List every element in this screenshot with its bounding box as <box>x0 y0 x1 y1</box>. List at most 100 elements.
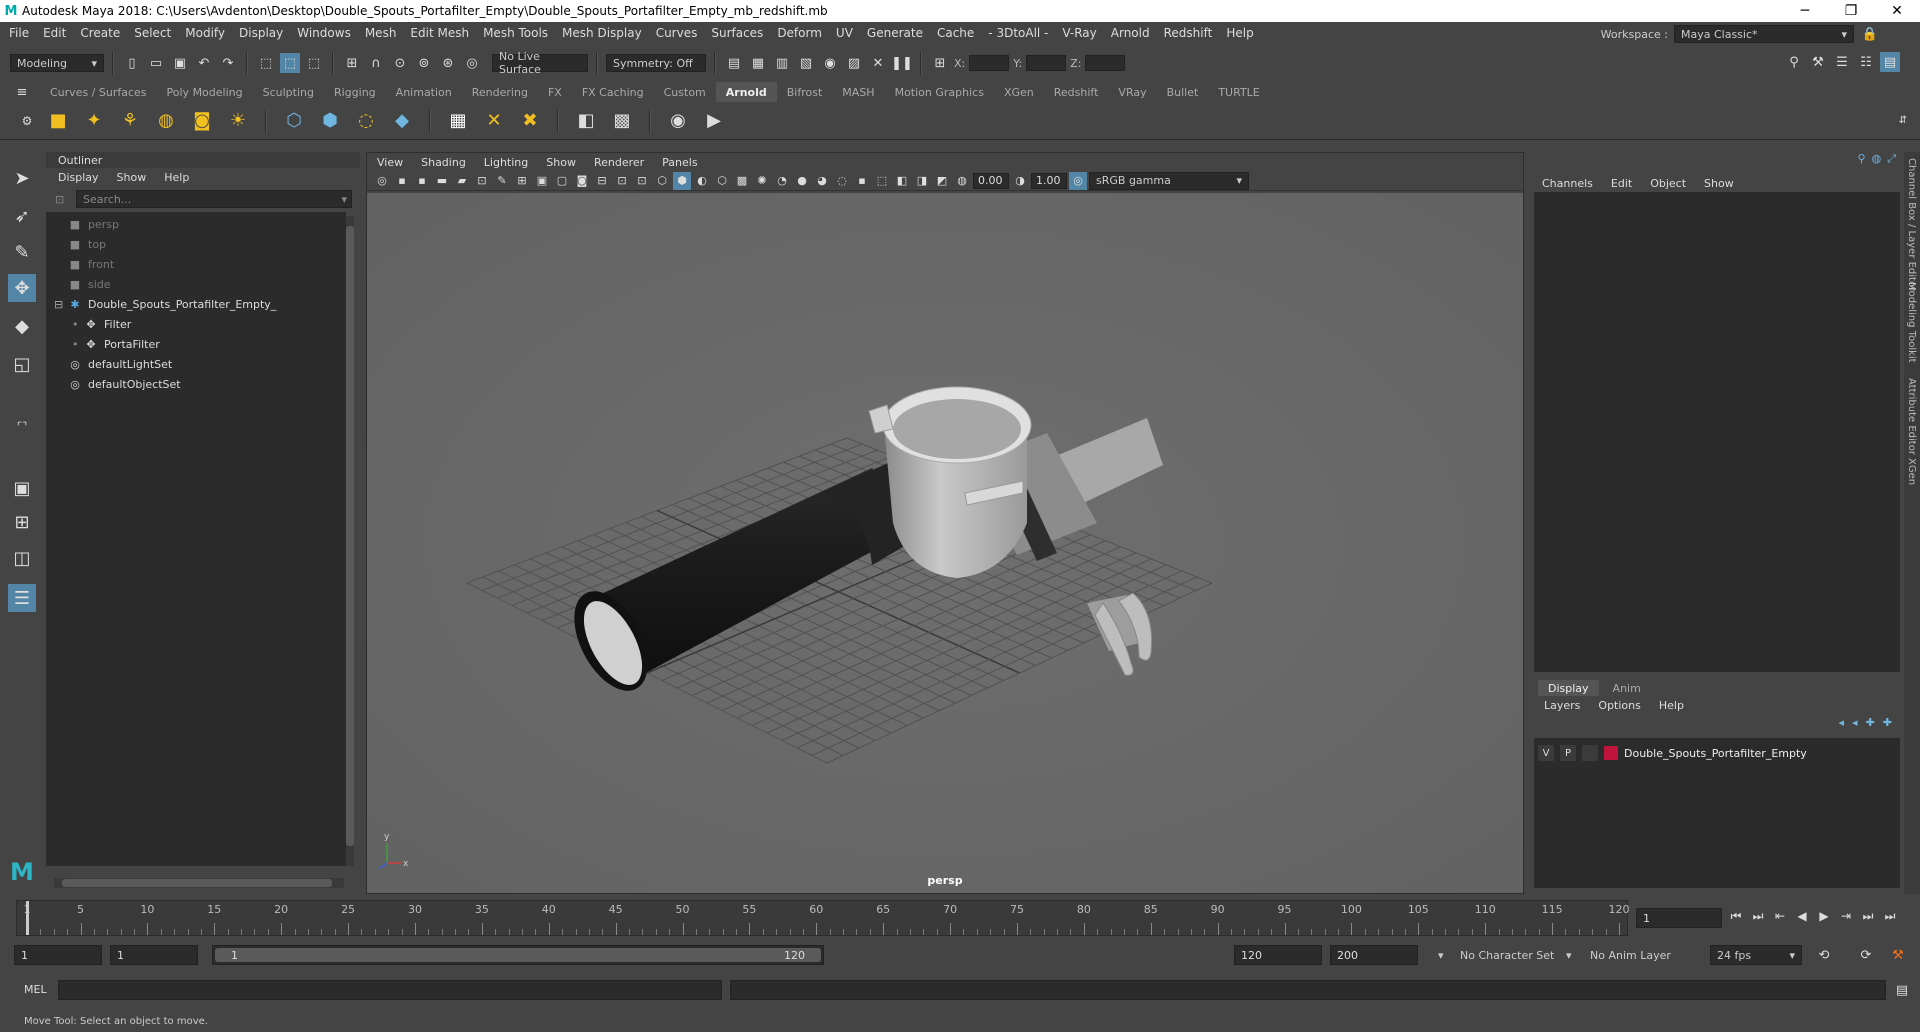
color-management-icon[interactable]: ◎ <box>1069 171 1087 190</box>
outliner-item[interactable]: ■ top <box>68 234 106 254</box>
viewport-menu-view[interactable]: View <box>377 156 403 169</box>
layer-menu-help[interactable]: Help <box>1659 699 1684 712</box>
smooth-shade-icon[interactable]: ⬢ <box>673 171 691 190</box>
symmetry-dropdown[interactable]: Symmetry: Off <box>606 54 706 72</box>
step-back-key-icon[interactable]: ⏭ <box>1750 908 1766 924</box>
render-view-icon[interactable]: ▤ <box>724 53 744 73</box>
shelf-tab-motion-graphics[interactable]: Motion Graphics <box>885 82 994 102</box>
create-volume-icon[interactable]: ⬡ <box>281 108 307 134</box>
shelf-menu-icon[interactable]: ≡ <box>12 82 32 102</box>
shelf-tab-sculpting[interactable]: Sculpting <box>253 82 324 102</box>
tool-settings-icon[interactable]: ☷ <box>1856 52 1876 72</box>
2d-pan-icon[interactable]: ⊡ <box>473 172 491 190</box>
outliner-item[interactable]: ■ side <box>68 274 111 294</box>
viewport-menu-renderer[interactable]: Renderer <box>594 156 644 169</box>
material-icon[interactable]: ◧ <box>573 108 599 134</box>
redo-icon[interactable]: ↷ <box>218 53 238 73</box>
outliner-item[interactable]: ◎ defaultLightSet <box>68 354 172 374</box>
render-current-icon[interactable]: ▦ <box>748 53 768 73</box>
outliner-layout-icon[interactable]: ☰ <box>8 584 36 612</box>
scroll-thumb[interactable] <box>346 226 354 846</box>
shelf-tab-fx[interactable]: FX <box>538 82 572 102</box>
move-tool-icon[interactable]: ✥ <box>8 274 36 302</box>
menu-cache[interactable]: Cache <box>930 26 981 40</box>
undo-icon[interactable]: ↶ <box>194 53 214 73</box>
collapse-icon[interactable]: ⊟ <box>54 298 63 311</box>
outliner-menu-help[interactable]: Help <box>164 171 189 184</box>
pause-icon[interactable]: ❚❚ <box>891 53 913 73</box>
filter-icon[interactable]: ⊡ <box>55 193 64 206</box>
shelf-scroll-icon[interactable]: ⇵ <box>1890 108 1916 134</box>
command-language-label[interactable]: MEL <box>24 983 47 996</box>
outliner-search-input[interactable]: Search... ▾ ⊡ <box>55 190 352 208</box>
make-live-icon[interactable]: ◎ <box>462 53 482 73</box>
channelbox-menu-edit[interactable]: Edit <box>1611 177 1632 190</box>
colorspace-dropdown[interactable]: sRGB gamma ▾ <box>1089 171 1249 190</box>
menu-mesh-display[interactable]: Mesh Display <box>555 26 649 40</box>
xray-joints-icon[interactable]: ◧ <box>893 172 911 190</box>
side-tab-xgen[interactable]: XGen <box>1906 458 1917 485</box>
x-field[interactable] <box>969 55 1010 71</box>
side-tab-modeling-toolkit[interactable]: Modeling Toolkit <box>1906 282 1917 363</box>
save-scene-icon[interactable]: ▣ <box>170 53 190 73</box>
menu-generate[interactable]: Generate <box>860 26 930 40</box>
redshift-icon[interactable]: ✕ <box>868 53 888 73</box>
lock-icon[interactable]: 🔒 <box>1860 24 1880 44</box>
paint-select-icon[interactable]: ✎ <box>8 238 36 266</box>
shelf-settings-icon[interactable]: ⚙ <box>14 108 40 134</box>
use-all-lights-icon[interactable]: ✺ <box>753 172 771 190</box>
camera-attributes-icon[interactable]: ▪ <box>413 172 431 190</box>
menu-3dtoall[interactable]: - 3DtoAll - <box>981 26 1055 40</box>
shelf-tab-rigging[interactable]: Rigging <box>324 82 386 102</box>
lock-camera-icon[interactable]: ▪ <box>393 172 411 190</box>
flush-cache-icon[interactable]: ✕ <box>481 108 507 134</box>
texture-manager-icon[interactable]: ▦ <box>445 108 471 134</box>
auto-key-icon[interactable]: ⟳ <box>1856 945 1876 965</box>
menu-mesh[interactable]: Mesh <box>358 26 404 40</box>
outliner-item[interactable]: • ✥ Filter <box>72 314 131 334</box>
3d-scene[interactable]: y x persp <box>367 193 1523 893</box>
scale-tool-icon[interactable]: ◱ <box>8 350 36 378</box>
menu-surfaces[interactable]: Surfaces <box>704 26 770 40</box>
depth-of-field-icon[interactable]: ▪ <box>853 172 871 190</box>
maximize-icon[interactable]: ❐ <box>1828 0 1874 22</box>
scroll-thumb[interactable] <box>62 879 332 887</box>
anim-prefs-icon[interactable]: ⚒ <box>1888 945 1908 965</box>
start-frame-field[interactable]: 1 <box>14 945 102 965</box>
channelbox-tool-icon[interactable]: ⚲ <box>1858 152 1866 165</box>
gamma-field[interactable]: 1.00 <box>1031 172 1067 189</box>
outliner-hscrollbar[interactable] <box>54 878 344 888</box>
lasso-tool-icon[interactable]: ➶ <box>8 202 36 230</box>
new-layer-selected-icon[interactable]: ✚ <box>1883 716 1892 729</box>
go-to-start-icon[interactable]: ⏮ <box>1728 908 1744 924</box>
snap-surface-icon[interactable]: ⊚ <box>414 53 434 73</box>
anti-aliasing-icon[interactable]: ◌ <box>833 172 851 190</box>
curve-collector-icon[interactable]: ◌ <box>353 108 379 134</box>
fps-dropdown[interactable]: 24 fps ▾ <box>1710 945 1802 965</box>
skydome-light-icon[interactable]: ◍ <box>153 108 179 134</box>
render-view-eye-icon[interactable]: ◉ <box>665 108 691 134</box>
wireframe-icon[interactable]: ⬡ <box>653 172 671 190</box>
anim-layer-label[interactable]: No Anim Layer <box>1590 949 1671 962</box>
default-material-icon[interactable]: ◐ <box>693 172 711 190</box>
attribute-editor-icon[interactable]: ☰ <box>1832 52 1852 72</box>
menu-uv[interactable]: UV <box>829 26 860 40</box>
current-time-indicator[interactable] <box>26 901 29 935</box>
step-back-frame-icon[interactable]: ⇤ <box>1772 908 1788 924</box>
menu-edit[interactable]: Edit <box>36 26 73 40</box>
shelf-tab-poly-modeling[interactable]: Poly Modeling <box>157 82 253 102</box>
rotate-tool-icon[interactable]: ◆ <box>8 312 36 340</box>
close-icon[interactable]: ✕ <box>1874 0 1920 22</box>
gamma-icon[interactable]: ◑ <box>1011 172 1029 190</box>
new-layer-icon[interactable]: ✚ <box>1866 716 1875 729</box>
film-gate-icon[interactable]: ▣ <box>533 172 551 190</box>
physical-sky-icon[interactable]: ☀ <box>225 108 251 134</box>
bookmark-icon[interactable]: ▬ <box>433 172 451 190</box>
image-plane-icon[interactable]: ▰ <box>453 172 471 190</box>
last-tool-icon[interactable]: ⌜⌝ <box>8 412 36 440</box>
shelf-tab-animation[interactable]: Animation <box>386 82 462 102</box>
shelf-tab-bifrost[interactable]: Bifrost <box>777 82 833 102</box>
aov-icon[interactable]: ▩ <box>609 108 635 134</box>
shelf-tab-redshift[interactable]: Redshift <box>1044 82 1109 102</box>
time-slider-bar[interactable]: 1510152025303540455055606570758085909510… <box>16 900 1630 936</box>
